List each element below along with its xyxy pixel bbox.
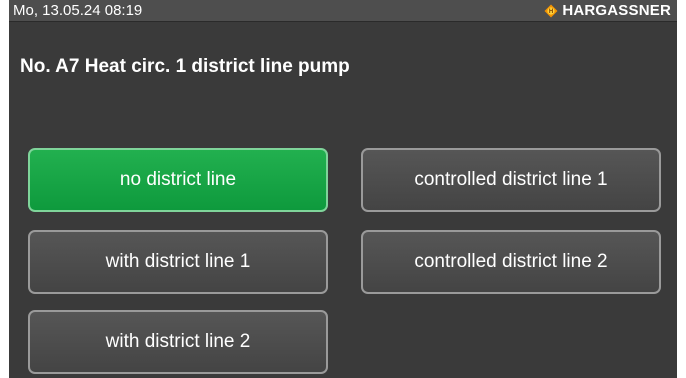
option-with-district-line-1[interactable]: with district line 1 [28,230,328,294]
status-bar: Mo, 13.05.24 08:19 H HARGASSNER [9,0,677,22]
brand-name: HARGASSNER [562,2,671,19]
option-controlled-district-line-1[interactable]: controlled district line 1 [361,148,661,212]
brand: H HARGASSNER [544,2,671,19]
controller-screen: Mo, 13.05.24 08:19 H HARGASSNER No. A7 H… [9,0,677,378]
svg-text:H: H [549,9,553,15]
option-label: controlled district line 2 [414,251,608,272]
option-label: controlled district line 1 [414,169,608,190]
date-time: Mo, 13.05.24 08:19 [13,2,143,19]
option-with-district-line-2[interactable]: with district line 2 [28,310,328,374]
option-label: no district line [119,169,237,190]
page-title: No. A7 Heat circ. 1 district line pump [20,56,350,77]
option-no-district-line[interactable]: no district line [28,148,328,212]
option-label: with district line 2 [105,331,251,352]
option-controlled-district-line-2[interactable]: controlled district line 2 [361,230,661,294]
option-label: with district line 1 [105,251,251,272]
hargassner-logo-icon: H [544,4,558,17]
